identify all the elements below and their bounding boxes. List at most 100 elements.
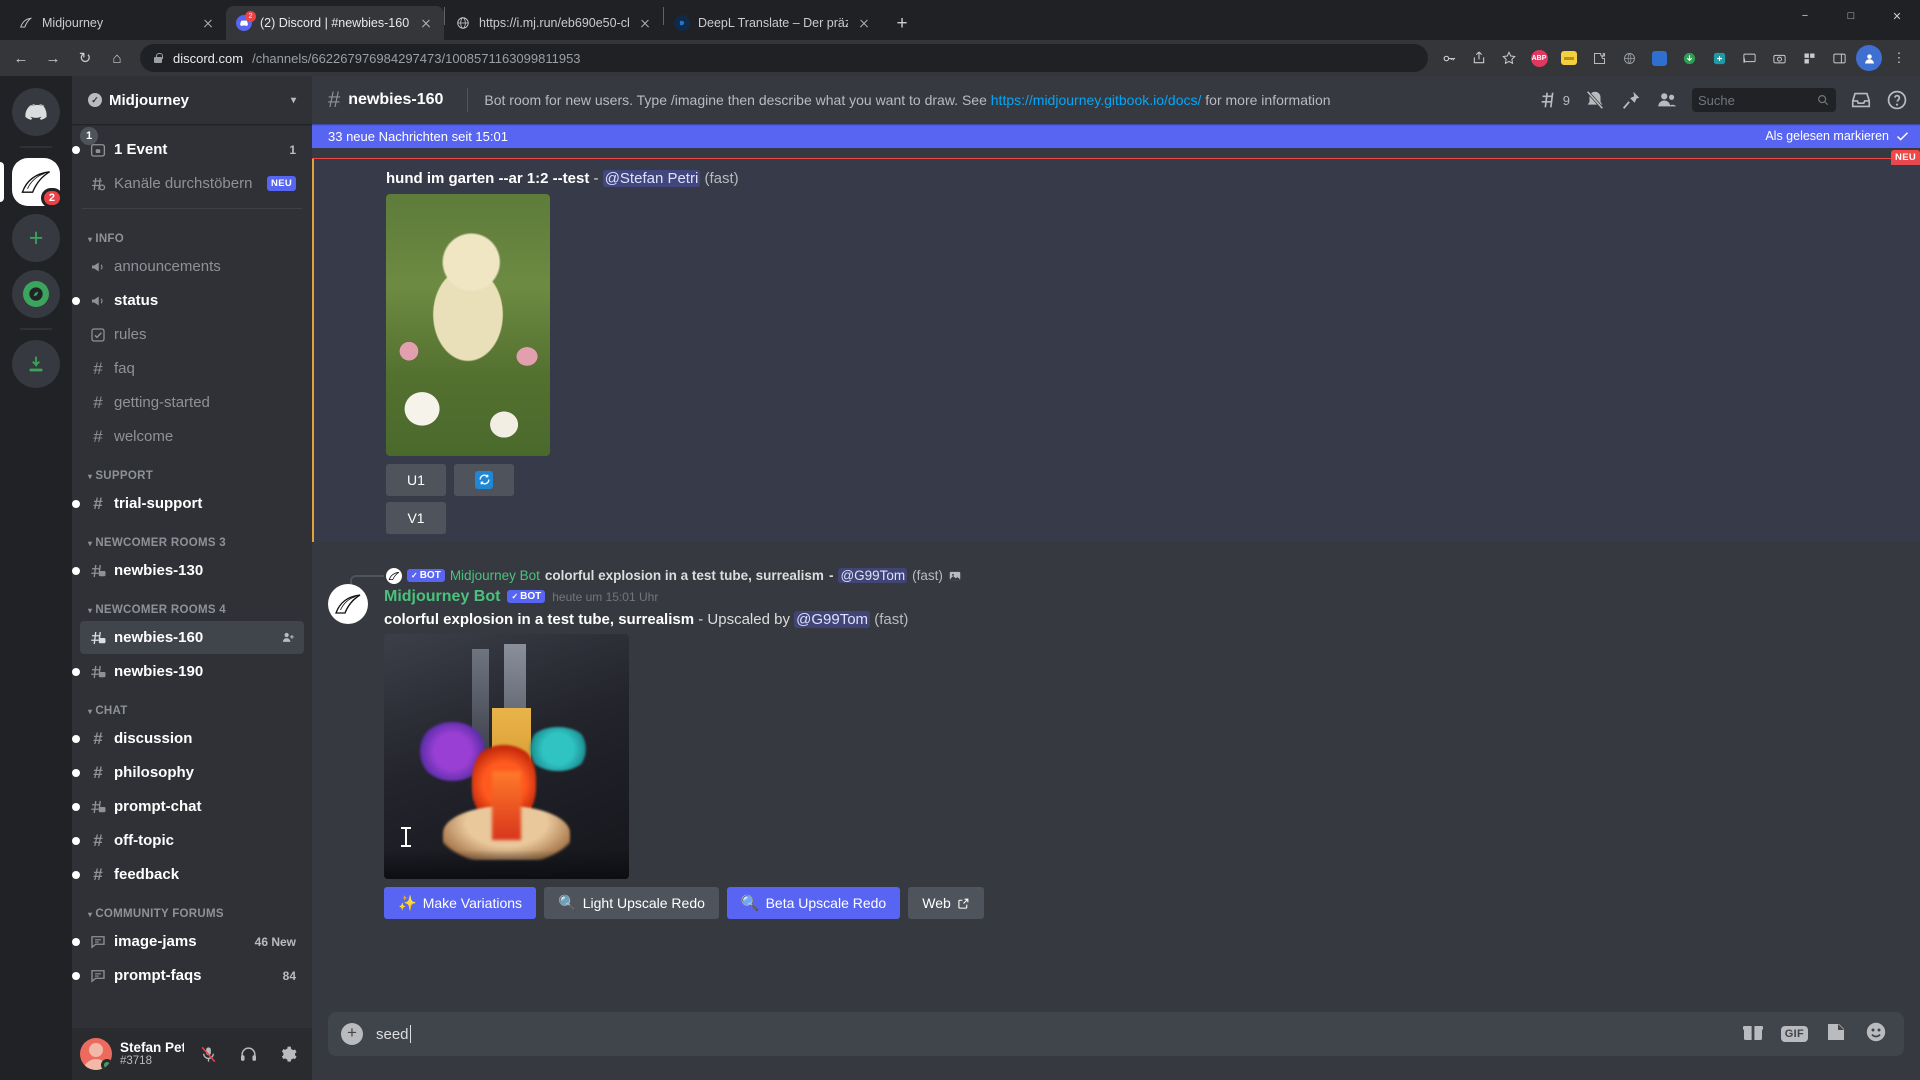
forward-button[interactable]: →: [38, 43, 68, 73]
sidebar-item-feedback[interactable]: # feedback: [72, 858, 304, 891]
members-icon[interactable]: [1656, 89, 1678, 111]
close-icon[interactable]: [637, 15, 653, 31]
sidebar-item-newbies-190[interactable]: newbies-190: [72, 655, 304, 688]
help-icon[interactable]: [1886, 89, 1908, 111]
share-icon[interactable]: [1466, 45, 1492, 71]
add-server-button[interactable]: +: [12, 214, 60, 262]
notification-off-icon[interactable]: [1584, 89, 1606, 111]
sidebar-item-trial-support[interactable]: # trial-support: [72, 487, 304, 520]
green-download-icon[interactable]: [1676, 45, 1702, 71]
reply-reference[interactable]: ✓ BOT Midjourney Bot colorful explosion i…: [328, 564, 1872, 587]
category-support[interactable]: ▾ SUPPORT: [72, 454, 312, 486]
search-input[interactable]: Suche: [1692, 88, 1836, 112]
blue-extension-icon[interactable]: [1646, 45, 1672, 71]
maximize-button[interactable]: □: [1828, 0, 1874, 32]
category-newcomer-rooms-3[interactable]: ▾ NEWCOMER ROOMS 3: [72, 521, 312, 553]
abp-extension-icon[interactable]: ABP: [1526, 45, 1552, 71]
mention-chip[interactable]: @G99Tom: [794, 610, 871, 628]
minimize-button[interactable]: −: [1782, 0, 1828, 32]
sidebar-item-newbies-160[interactable]: newbies-160: [80, 621, 304, 654]
light-upscale-redo-button[interactable]: 🔍 Light Upscale Redo: [544, 887, 719, 920]
camera-icon[interactable]: [1766, 45, 1792, 71]
user-info[interactable]: Stefan Petri #3718: [120, 1040, 184, 1069]
sidebar-item-getting-started[interactable]: # getting-started: [80, 386, 304, 419]
back-button[interactable]: ←: [6, 43, 36, 73]
server-midjourney[interactable]: 2: [0, 158, 63, 208]
sidebar-item-newbies-130[interactable]: newbies-130: [72, 554, 304, 587]
sidebar-item-browse-channels[interactable]: Kanäle durchstöbern NEU: [80, 167, 304, 200]
create-invite-icon[interactable]: [280, 630, 296, 646]
avatar[interactable]: [80, 1038, 112, 1070]
sidebar-icon[interactable]: [1826, 45, 1852, 71]
close-icon[interactable]: [418, 15, 434, 31]
mic-muted-icon[interactable]: [192, 1038, 224, 1070]
teal-extension-icon[interactable]: [1706, 45, 1732, 71]
v1-button[interactable]: V1: [386, 501, 446, 534]
sidebar-item-rules[interactable]: rules: [80, 318, 304, 351]
beta-upscale-redo-button[interactable]: 🔍 Beta Upscale Redo: [726, 887, 901, 920]
chrome-cast-icon[interactable]: [1736, 45, 1762, 71]
inbox-icon[interactable]: [1850, 89, 1872, 111]
headphones-icon[interactable]: [232, 1038, 264, 1070]
key-icon[interactable]: [1436, 45, 1462, 71]
category-chat[interactable]: ▾ CHAT: [72, 689, 312, 721]
sidebar-item-image-jams[interactable]: image-jams 46 New: [72, 925, 304, 958]
gear-icon[interactable]: [272, 1038, 304, 1070]
gift-icon[interactable]: [1741, 1020, 1765, 1049]
sidebar-item-discussion[interactable]: # discussion: [72, 722, 304, 755]
sidebar-item-events[interactable]: 1 Event 1: [72, 133, 304, 166]
sidebar-item-off-topic[interactable]: # off-topic: [72, 824, 304, 857]
explore-servers-button[interactable]: [12, 270, 60, 318]
close-icon[interactable]: [856, 15, 872, 31]
reply-mention[interactable]: @G99Tom: [838, 568, 908, 584]
composer-box[interactable]: + seed GIF: [328, 1012, 1904, 1056]
guild-header[interactable]: ✓ Midjourney ▾: [72, 76, 312, 124]
sidebar-item-announcements[interactable]: announcements: [80, 250, 304, 283]
new-messages-bar[interactable]: 1 33 neue Nachrichten seit 15:01 Als gel…: [80, 124, 1920, 148]
globe-extension-icon[interactable]: [1616, 45, 1642, 71]
download-apps-button[interactable]: [12, 340, 60, 388]
reroll-button[interactable]: [454, 463, 514, 496]
message-list[interactable]: NEU hund im garten --ar 1:2 --test - @St…: [312, 148, 1920, 1012]
sidebar-item-faq[interactable]: # faq: [80, 352, 304, 385]
sidebar-item-prompt-chat[interactable]: prompt-chat: [72, 790, 304, 823]
extensions-icon[interactable]: [1796, 45, 1822, 71]
sidebar-item-prompt-faqs[interactable]: prompt-faqs 84: [72, 959, 304, 992]
home-button[interactable]: ⌂: [102, 43, 132, 73]
category-newcomer-rooms-4[interactable]: ▾ NEWCOMER ROOMS 4: [72, 588, 312, 620]
more-menu-icon[interactable]: ⋮: [1886, 45, 1912, 71]
close-window-button[interactable]: ✕: [1874, 0, 1920, 32]
close-icon[interactable]: [200, 15, 216, 31]
browser-tab-mjrun[interactable]: https://i.mj.run/eb690e50-cb24-: [445, 6, 663, 40]
mention-chip[interactable]: @Stefan Petri: [602, 170, 701, 187]
browser-tab-midjourney[interactable]: Midjourney: [8, 6, 226, 40]
make-variations-button[interactable]: ✨ Make Variations: [384, 887, 537, 920]
puzzle-icon[interactable]: [1586, 45, 1612, 71]
sidebar-item-welcome[interactable]: # welcome: [80, 420, 304, 453]
mark-as-read-button[interactable]: Als gelesen markieren: [1765, 129, 1910, 144]
emoji-icon[interactable]: [1864, 1020, 1888, 1049]
sidebar-item-status[interactable]: status: [72, 284, 304, 317]
message-input[interactable]: seed: [376, 1025, 1741, 1043]
pin-icon[interactable]: [1620, 89, 1642, 111]
yellow-extension-icon[interactable]: [1556, 45, 1582, 71]
colorful-explosion-test-tube-image[interactable]: [384, 634, 629, 880]
add-attachment-icon[interactable]: +: [328, 1012, 376, 1056]
gif-button[interactable]: GIF: [1780, 1026, 1808, 1042]
avatar[interactable]: [328, 583, 368, 624]
web-button[interactable]: Web: [908, 887, 984, 920]
channel-list[interactable]: 1 Event 1 Kanäle durchstöbern NEU ▾ INFO: [72, 124, 312, 1028]
profile-avatar[interactable]: [1856, 45, 1882, 71]
golden-retriever-in-garden-image[interactable]: [386, 193, 550, 456]
discord-home-button[interactable]: [12, 88, 60, 136]
browser-tab-discord[interactable]: 2 (2) Discord | #newbies-160 | Mid: [226, 6, 444, 40]
reload-button[interactable]: ↻: [70, 43, 100, 73]
message-author[interactable]: Midjourney Bot: [384, 588, 500, 606]
category-community-forums[interactable]: ▾ COMMUNITY FORUMS: [72, 892, 312, 924]
new-tab-button[interactable]: +: [888, 9, 916, 37]
address-bar[interactable]: discord.com/channels/662267976984297473/…: [140, 44, 1428, 72]
category-info[interactable]: ▾ INFO: [72, 217, 312, 249]
browser-tab-deepl[interactable]: DeepL Translate – Der präziseste: [664, 6, 882, 40]
threads-icon[interactable]: 9: [1538, 89, 1570, 111]
sticker-icon[interactable]: [1824, 1020, 1848, 1049]
